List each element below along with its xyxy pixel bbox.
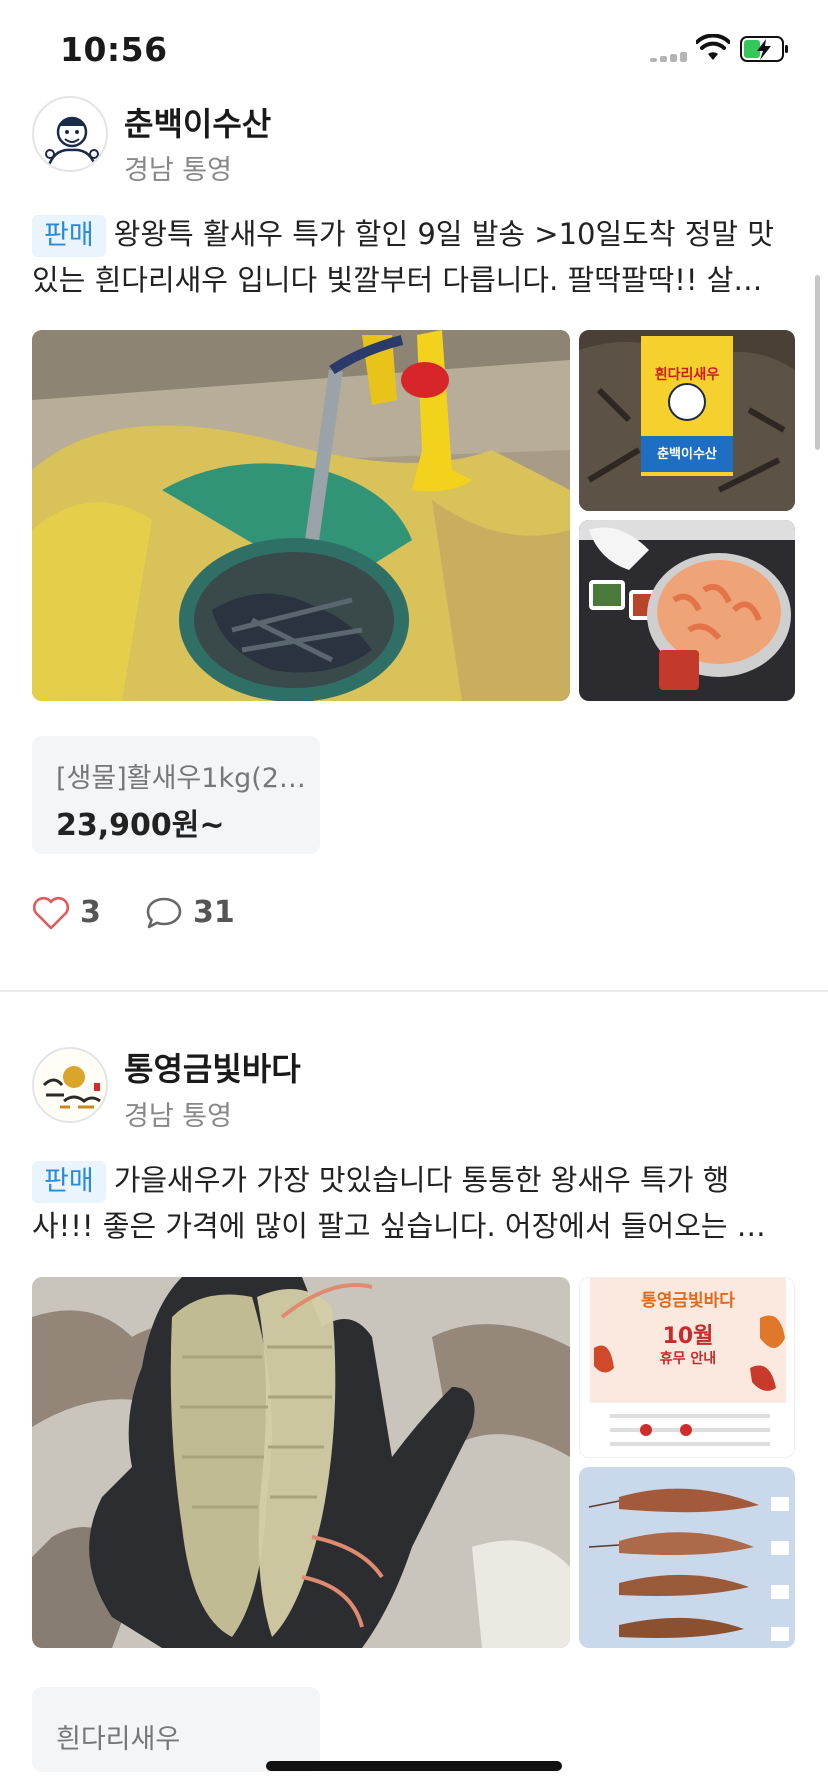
like-button[interactable]: 3 [32, 895, 101, 930]
flyer-title: 통영금빛바다 [641, 1291, 735, 1311]
post-text-line: 사!!! 좋은 가격에 많이 팔고 싶습니다. 어장에서 들어오는 … [32, 1209, 766, 1243]
author-location: 경남 통영 [124, 1101, 232, 1132]
shrimp-net-photo [32, 330, 570, 701]
bag-label-brand: 춘백이수산 [657, 447, 717, 462]
post-text-line: 가을새우가 가장 맛있습니다 통통한 왕새우 특가 행 [113, 1163, 730, 1197]
home-indicator[interactable] [266, 1761, 562, 1771]
flyer-month: 10월 [662, 1324, 714, 1349]
sale-badge: 판매 [32, 1161, 106, 1203]
post-text[interactable]: 판매 가을새우가 가장 맛있습니다 통통한 왕새우 특가 행 사!!! 좋은 가격… [32, 1157, 802, 1249]
author-name[interactable]: 통영금빛바다 [124, 1044, 301, 1090]
shrimp-bag-photo [579, 330, 795, 511]
post-photo-thumb[interactable]: 통영금빛바다 10월 휴무 안내 [579, 1277, 795, 1458]
post-actions: 3 31 [32, 895, 332, 945]
author-location: 경남 통영 [124, 155, 232, 186]
post-text-line: 왕왕특 활새우 특가 할인 9일 발송 >10일도착 정말 맛 [113, 217, 775, 251]
product-name: [생물]활새우1kg(2… [56, 763, 306, 794]
brand-logo-icon [36, 1051, 106, 1121]
like-count: 3 [80, 895, 101, 930]
post-photo-main[interactable] [32, 1277, 570, 1648]
author-name[interactable]: 춘백이수산 [124, 99, 271, 145]
cooked-shrimp-photo [579, 520, 795, 701]
flyer-sub: 휴무 안내 [659, 1351, 717, 1367]
sale-badge: 판매 [32, 215, 106, 257]
post-card[interactable]: 통영금빛바다 경남 통영 판매 가을새우가 가장 맛있습니다 통통한 왕새우 특가… [0, 992, 828, 1772]
post-photo-thumb[interactable]: 흰다리새우 춘백이수산 [579, 330, 795, 511]
product-price: 23,900원~ [56, 808, 225, 843]
product-card[interactable]: [생물]활새우1kg(2… 23,900원~ [32, 736, 320, 854]
heart-icon [32, 896, 70, 929]
product-card[interactable]: 흰다리새우 [32, 1687, 320, 1772]
post-text-line: 있는 흰다리새우 입니다 빛깔부터 다릅니다. 팔딱팔딱!! 살… [32, 263, 763, 297]
fisherman-caricature-icon [45, 116, 99, 169]
comment-icon [146, 897, 182, 928]
comment-count: 31 [193, 895, 235, 930]
post-text[interactable]: 판매 왕왕특 활새우 특가 할인 9일 발송 >10일도착 정말 맛 있는 흰다리… [32, 211, 802, 303]
comment-button[interactable]: 31 [145, 895, 235, 930]
product-name: 흰다리새우 [56, 1724, 181, 1755]
post-photo-thumb[interactable] [579, 1467, 795, 1648]
post-photo-main[interactable] [32, 330, 570, 701]
bag-label-title: 흰다리새우 [654, 367, 720, 383]
shrimp-in-hand-photo [32, 1277, 570, 1648]
author-avatar[interactable] [32, 1047, 108, 1123]
shrimp-sizes-photo [579, 1467, 795, 1648]
post-card[interactable]: 춘백이수산 경남 통영 판매 왕왕특 활새우 특가 할인 9일 발송 >10일도착… [0, 0, 828, 990]
post-photo-thumb[interactable] [579, 520, 795, 701]
author-avatar[interactable] [32, 96, 108, 172]
